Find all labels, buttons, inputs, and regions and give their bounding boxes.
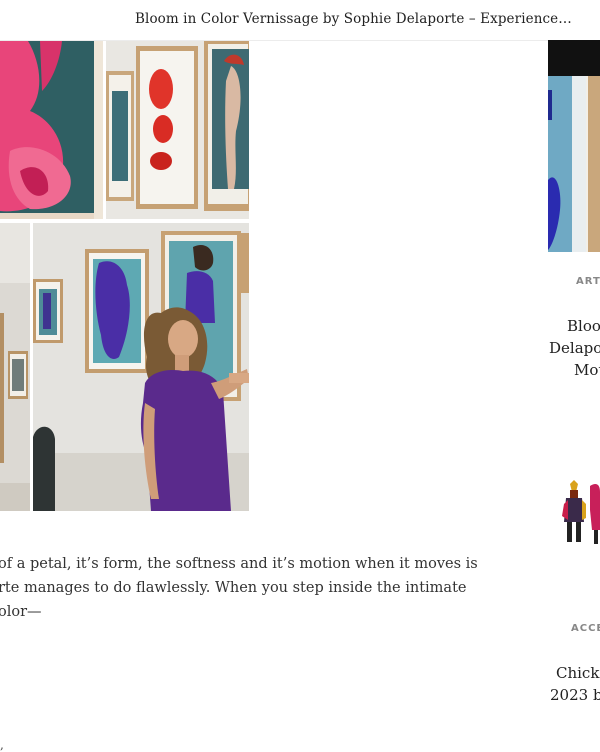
sidebar: ART, Bloor Delapo Mot ACCE Chick 2023 b (548, 40, 600, 750)
top-bar: Bloom in Color Vernissage by Sophie Dela… (0, 0, 600, 41)
gallery-photo-framed-works[interactable] (106, 41, 249, 219)
sidebar-card-2-category[interactable]: ACCE (571, 623, 600, 634)
sidebar-card-1-title-line-2[interactable]: Delapo (549, 337, 600, 359)
article-line-3: olor— (0, 604, 42, 620)
article-line-2: rte manages to do flawlessly. When you s… (0, 580, 467, 596)
sidebar-card-1-category[interactable]: ART, (576, 276, 600, 287)
article-body: of a petal, it’s form, the softness and … (0, 552, 478, 624)
gallery-photo-artist[interactable] (33, 223, 249, 511)
sidebar-card-2-title-line-1[interactable]: Chick (556, 662, 599, 684)
page-title: Bloom in Color Vernissage by Sophie Dela… (135, 11, 572, 27)
sidebar-card-1-image[interactable] (548, 40, 600, 252)
sidebar-card-1-title-line-1[interactable]: Bloor (567, 315, 600, 337)
article-line-1: of a petal, it’s form, the softness and … (0, 556, 478, 572)
gallery-photo-corridor[interactable] (0, 223, 30, 511)
sidebar-card-2-image[interactable] (548, 470, 600, 560)
gallery-photo-pink-flower[interactable] (0, 41, 103, 219)
sidebar-card-2-title-line-2[interactable]: 2023 b (550, 684, 600, 706)
sidebar-card-1-title-line-3[interactable]: Mot (574, 359, 600, 381)
